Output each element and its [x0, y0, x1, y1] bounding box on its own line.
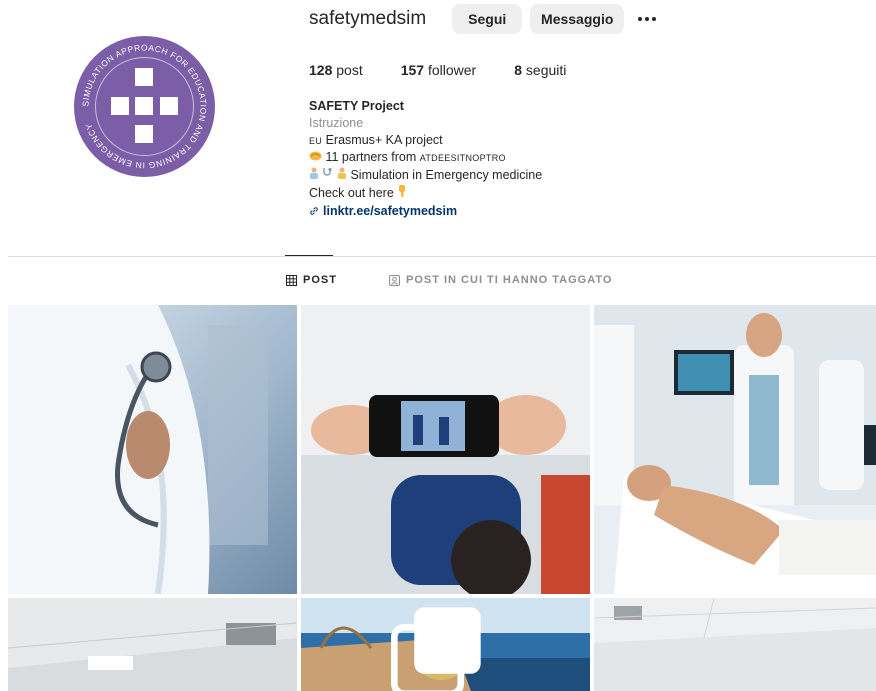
- posts-grid: [8, 305, 876, 691]
- bio-line4-text: Check out here: [309, 185, 394, 200]
- link-icon: [310, 207, 318, 215]
- grid-icon: [286, 274, 297, 286]
- bio-line-partners: 11 partners from ATDEESITNOPTRO: [309, 149, 669, 167]
- bio-line-erasmus: EU Erasmus+ KA project: [309, 132, 669, 150]
- profile-category[interactable]: Istruzione: [309, 115, 669, 132]
- bio-line-simulation: Simulation in Emergency medicine: [309, 167, 669, 185]
- posts-label: post: [336, 62, 363, 78]
- post-image-room: [594, 598, 876, 691]
- more-dots-icon[interactable]: [638, 4, 657, 34]
- health-worker-emoji-icon: [309, 167, 319, 185]
- followers-count: 157: [400, 62, 425, 78]
- tab-tagged[interactable]: POST IN CUI TI HANNO TAGGATO: [389, 274, 612, 286]
- profile-avatar[interactable]: SIMULATION APPROACH FOR EDUCATION AND TR…: [74, 36, 215, 177]
- follow-button[interactable]: Segui: [452, 4, 523, 34]
- profile-stats: 128 post 157 follower 8 seguiti: [309, 62, 604, 78]
- post-thumbnail[interactable]: [8, 598, 297, 691]
- tab-tagged-label: POST IN CUI TI HANNO TAGGATO: [406, 274, 613, 286]
- bio-line1-text: Erasmus+ KA project: [325, 132, 443, 147]
- partner-country-flags: ATDEESITNOPTRO: [419, 153, 506, 164]
- pointing-down-emoji-icon: [397, 184, 407, 203]
- tab-posts[interactable]: POST: [286, 274, 337, 286]
- bio-line-check: Check out here: [309, 184, 669, 203]
- eu-flag-text: EU: [309, 135, 323, 146]
- post-image-simulation-mannequin: [594, 305, 876, 594]
- stethoscope-emoji-icon: [322, 167, 333, 185]
- profile-header-row: safetymedsim Segui Messaggio: [309, 4, 657, 34]
- active-tab-indicator: [285, 255, 333, 256]
- post-thumbnail[interactable]: [8, 305, 297, 594]
- bio-line2-text: 11 partners from: [325, 150, 417, 165]
- tab-posts-label: POST: [303, 274, 337, 286]
- following-count: 8: [514, 62, 523, 78]
- post-image-classroom: [8, 598, 297, 691]
- post-image-phone-recording: [301, 305, 590, 594]
- post-thumbnail[interactable]: [301, 305, 590, 594]
- followers-label: follower: [427, 62, 477, 78]
- post-thumbnail[interactable]: [594, 305, 876, 594]
- username: safetymedsim: [309, 8, 427, 29]
- message-button[interactable]: Messaggio: [530, 4, 625, 34]
- avatar-logo: SIMULATION APPROACH FOR EDUCATION AND TR…: [74, 36, 215, 177]
- profile-full-name: SAFETY Project: [309, 99, 404, 113]
- tagged-user-icon: [389, 274, 400, 286]
- tabs-divider: [8, 256, 876, 257]
- carousel-icon: [391, 607, 481, 691]
- health-worker-emoji-icon-2: [337, 167, 347, 185]
- posts-count: 128: [309, 62, 333, 78]
- following-stat[interactable]: 8 seguiti: [514, 62, 566, 78]
- bio-line3-text: Simulation in Emergency medicine: [350, 168, 543, 183]
- posts-stat: 128 post: [309, 62, 363, 78]
- post-thumbnail[interactable]: [594, 598, 876, 691]
- profile-bio: SAFETY Project Istruzione EU Erasmus+ KA…: [309, 98, 669, 220]
- followers-stat[interactable]: 157 follower: [401, 62, 477, 78]
- post-thumbnail[interactable]: [301, 598, 590, 691]
- handshake-emoji-icon: [309, 150, 322, 167]
- bio-link[interactable]: linktr.ee/safetymedsim: [309, 203, 669, 220]
- post-image-doctor-stethoscope: [8, 305, 297, 594]
- bio-link-text: linktr.ee/safetymedsim: [323, 203, 458, 218]
- following-label: seguiti: [525, 62, 567, 78]
